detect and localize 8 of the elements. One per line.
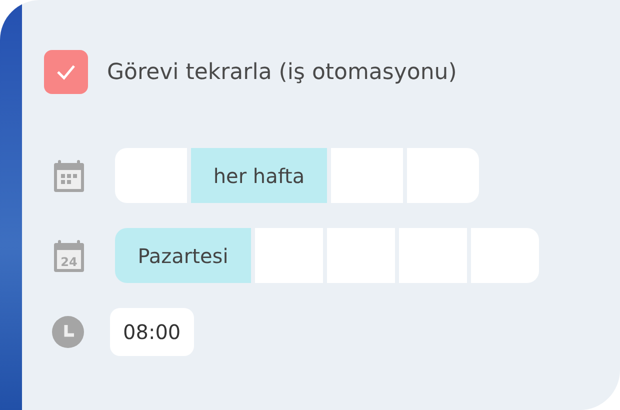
option-segment[interactable]: Pazartesi bbox=[115, 228, 251, 283]
checkbox-label: Görevi tekrarla (iş otomasyonu) bbox=[107, 60, 457, 84]
checkbox[interactable] bbox=[44, 50, 88, 94]
time-field[interactable]: 08:00 bbox=[110, 308, 194, 356]
clock-icon bbox=[52, 315, 84, 349]
option-segment[interactable]: her hafta bbox=[191, 148, 327, 203]
calendar-icon bbox=[53, 158, 85, 192]
checkmark-icon bbox=[56, 64, 76, 80]
